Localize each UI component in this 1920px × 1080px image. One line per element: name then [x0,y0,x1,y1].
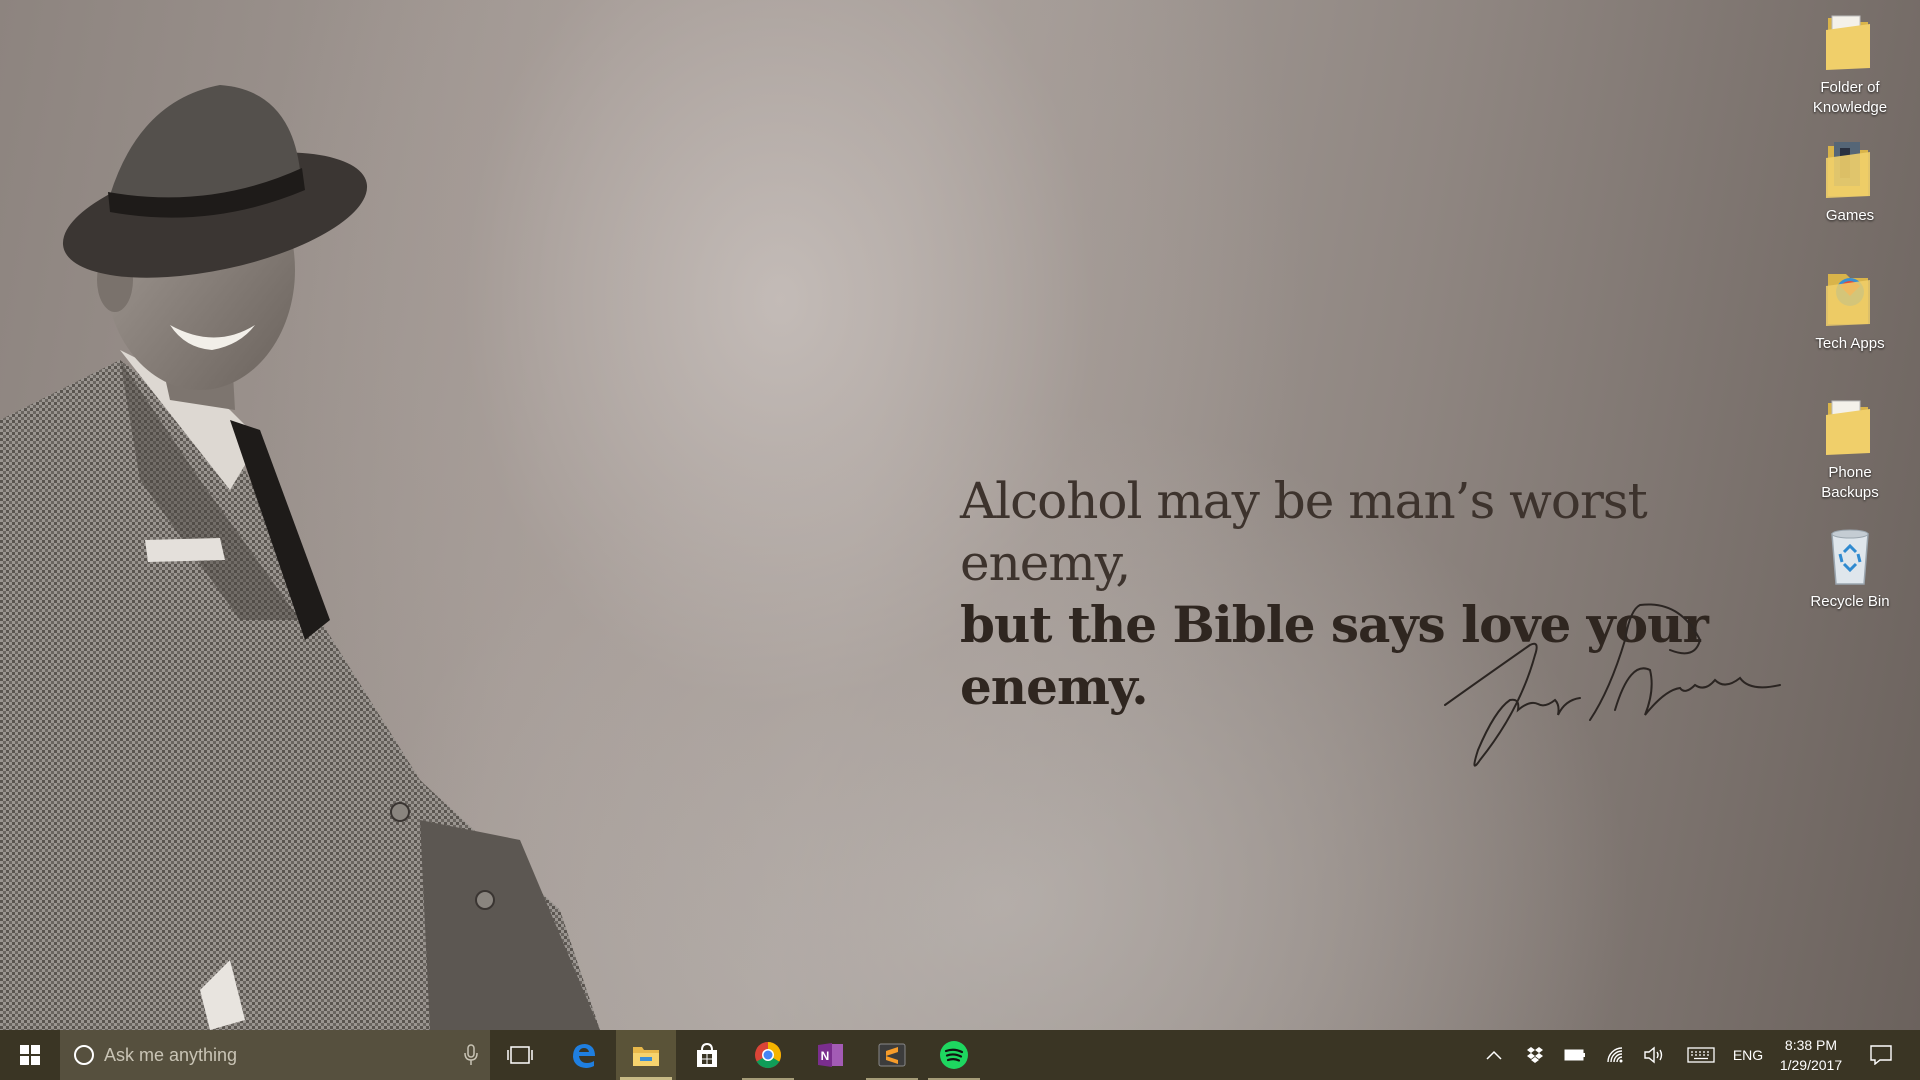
desktop-icon-folder-of-knowledge[interactable]: Folder of Knowledge [1802,10,1898,118]
cortana-icon [74,1045,94,1065]
volume-tray-button[interactable] [1636,1030,1672,1080]
search-placeholder: Ask me anything [104,1044,238,1065]
desktop-icon-label: Knowledge [1812,99,1888,116]
microphone-icon[interactable] [464,1044,478,1066]
folder-icon [1826,400,1870,455]
taskbar-app-spotify[interactable] [924,1030,984,1080]
battery-tray-button[interactable] [1558,1030,1592,1080]
action-center-button[interactable] [1858,1030,1904,1080]
show-hidden-icons-button[interactable] [1478,1030,1510,1080]
chevron-up-icon [1486,1050,1502,1060]
dropbox-tray-button[interactable] [1518,1030,1552,1080]
folder-icon [1826,274,1870,326]
desktop-icon-label: Backups [1821,484,1879,501]
desktop-icon-label: Phone [1828,464,1872,481]
task-view-icon [507,1046,533,1064]
desktop-icon-label: Folder of [1820,79,1880,96]
file-explorer-icon [633,1047,659,1066]
onenote-icon: N [818,1043,843,1067]
recycle-bin-icon [1831,529,1869,585]
desktop-icon-tech-apps[interactable]: Tech Apps [1802,266,1898,354]
keyboard-icon [1687,1047,1715,1063]
start-button[interactable] [0,1030,60,1080]
signature-image [1444,603,1781,767]
chrome-icon [755,1041,782,1069]
sublime-text-icon [878,1043,906,1067]
windows-logo-icon [20,1045,40,1065]
volume-icon [1644,1046,1663,1064]
task-view-button[interactable] [490,1030,550,1080]
wifi-tray-button[interactable] [1598,1030,1632,1080]
desktop-wallpaper: Alcohol may be man’s worst enemy, but th… [0,0,1920,1030]
desktop-icon-games[interactable]: Games [1802,138,1898,226]
clock-date: 1/29/2017 [1779,1057,1843,1073]
dropbox-icon [1527,1047,1543,1063]
taskbar-app-edge[interactable] [553,1030,613,1080]
taskbar: Ask me anything N ENG 8:38 PM 1/29/2017 [0,1030,1920,1080]
input-language-indicator[interactable]: ENG [1728,1030,1768,1080]
notification-icon [1870,1045,1892,1065]
edge-icon [573,1044,595,1068]
taskbar-app-file-explorer[interactable] [616,1030,676,1080]
folder-icon [1826,15,1870,70]
desktop-icon-recycle-bin[interactable]: Recycle Bin [1802,524,1898,612]
quote-line-1: Alcohol may be man’s worst enemy, [960,472,1648,592]
battery-icon [1564,1049,1585,1061]
clock-time: 8:38 PM [1784,1037,1838,1053]
desktop-icon-phone-backups[interactable]: Phone Backups [1802,395,1898,503]
taskbar-app-store[interactable] [677,1030,737,1080]
wifi-icon [1607,1047,1623,1063]
taskbar-app-sublime-text[interactable] [862,1030,922,1080]
portrait-image [0,85,600,1030]
store-icon [697,1042,717,1067]
taskbar-app-onenote[interactable]: N [800,1030,860,1080]
desktop-icon-label: Tech Apps [1815,335,1885,352]
clock-button[interactable]: 8:38 PM 1/29/2017 [1770,1030,1852,1080]
spotify-icon [940,1041,968,1069]
taskbar-app-chrome[interactable] [738,1030,798,1080]
desktop-icon-label: Games [1825,207,1875,224]
svg-text:N: N [821,1049,830,1063]
desktop-icon-label: Recycle Bin [1810,593,1890,610]
folder-icon [1826,142,1870,198]
cortana-search-box[interactable]: Ask me anything [60,1030,490,1080]
touch-keyboard-button[interactable] [1682,1030,1720,1080]
